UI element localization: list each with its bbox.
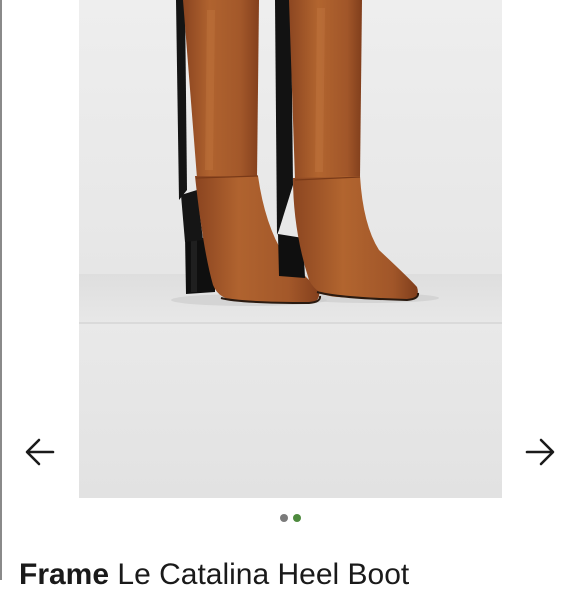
next-image-button[interactable]: [518, 430, 562, 474]
plinth-front: [79, 322, 502, 498]
carousel-pagination: [0, 514, 580, 522]
carousel-dot[interactable]: [279, 514, 288, 522]
arrow-right-icon: [525, 438, 555, 466]
carousel-dot[interactable]: [292, 514, 301, 522]
product-image[interactable]: [79, 0, 502, 498]
listing-title: Frame Le Catalina Heel Boot: [19, 558, 409, 592]
left-edge-border: [0, 0, 2, 580]
previous-image-button[interactable]: [18, 430, 62, 474]
product-name: Le Catalina Heel Boot: [117, 558, 410, 591]
arrow-left-icon: [25, 438, 55, 466]
brand-name[interactable]: Frame: [19, 558, 109, 591]
